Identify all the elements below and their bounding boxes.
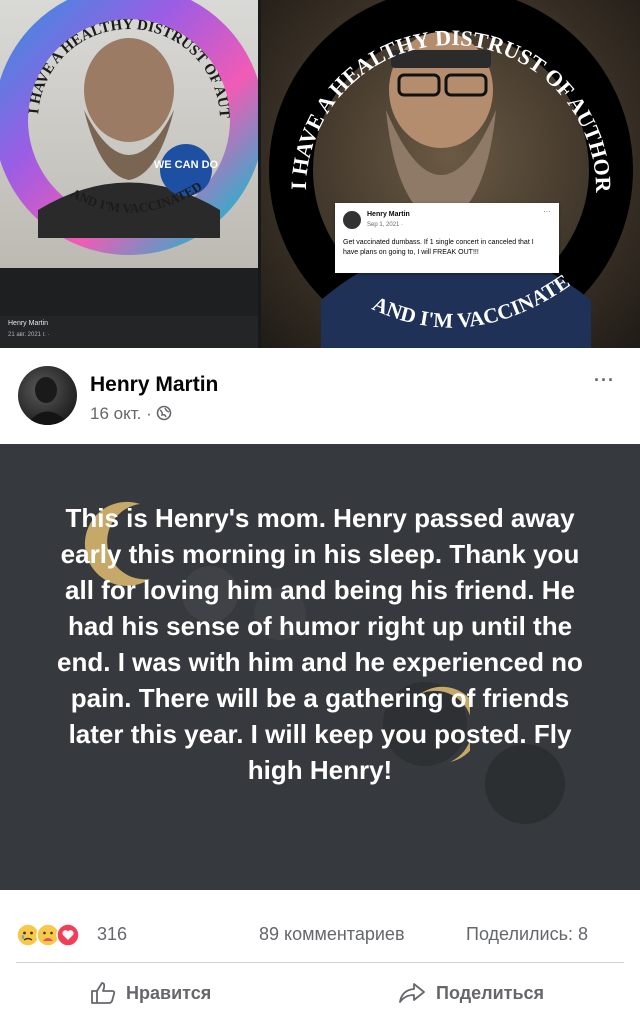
caption-date: 21 авг. 2021 г. · bbox=[8, 332, 50, 338]
inset-text: Get vaccinated dumbass. If 1 single conc… bbox=[343, 239, 534, 256]
share-arrow-icon bbox=[399, 983, 425, 1003]
inset-avatar bbox=[343, 211, 361, 229]
comments-count[interactable]: 89 комментариев bbox=[259, 924, 405, 945]
shares-count[interactable]: Поделились: 8 bbox=[466, 924, 588, 945]
screenshot-inset-post: Henry Martin Sep 1, 2021 · ··· Get vacci… bbox=[335, 203, 559, 273]
globe-icon bbox=[157, 405, 172, 421]
share-label: Поделиться bbox=[436, 982, 545, 1003]
post-meta: 16 окт. · bbox=[90, 404, 172, 424]
sad-reaction-icon bbox=[16, 923, 40, 947]
like-label: Нравится bbox=[126, 982, 212, 1003]
share-button[interactable]: Поделиться bbox=[398, 981, 544, 1005]
reaction-count[interactable]: 316 bbox=[97, 924, 127, 945]
thumbs-up-icon bbox=[91, 982, 116, 1004]
frame-ring-left: WE CAN DO I HAVE A HEALTHY DISTRUST OF A… bbox=[0, 0, 258, 255]
post-image-collage[interactable]: WE CAN DO I HAVE A HEALTHY DISTRUST OF A… bbox=[0, 0, 640, 348]
left-photo[interactable]: WE CAN DO I HAVE A HEALTHY DISTRUST OF A… bbox=[0, 0, 258, 348]
inset-author: Henry Martin bbox=[367, 211, 410, 218]
inset-more-icon: ··· bbox=[543, 207, 551, 216]
status-text: This is Henry's mom. Henry passed away e… bbox=[57, 503, 583, 785]
care-reaction-icon bbox=[36, 923, 60, 947]
author-name[interactable]: Henry Martin bbox=[90, 373, 218, 397]
post-date[interactable]: 16 окт. · bbox=[90, 404, 156, 423]
caption-author: Henry Martin bbox=[8, 320, 49, 327]
inset-date: Sep 1, 2021 · bbox=[367, 222, 404, 228]
post-options-button[interactable]: ··· bbox=[594, 370, 615, 391]
avatar-silhouette-icon bbox=[26, 377, 70, 425]
svg-text:WE CAN DO: WE CAN DO bbox=[154, 159, 219, 171]
left-photo-caption: Henry Martin 21 авг. 2021 г. · bbox=[0, 316, 258, 348]
status-card: This is Henry's mom. Henry passed away e… bbox=[0, 444, 640, 890]
like-button[interactable]: Нравится bbox=[90, 981, 211, 1005]
right-photo[interactable]: I HAVE A HEALTHY DISTRUST OF AUTHORITY A… bbox=[261, 0, 640, 348]
reaction-icons bbox=[16, 923, 80, 947]
frame-ring-right: I HAVE A HEALTHY DISTRUST OF AUTHORITY A… bbox=[261, 0, 633, 348]
divider bbox=[16, 962, 624, 963]
author-avatar[interactable] bbox=[18, 366, 77, 425]
love-reaction-icon bbox=[56, 923, 80, 947]
